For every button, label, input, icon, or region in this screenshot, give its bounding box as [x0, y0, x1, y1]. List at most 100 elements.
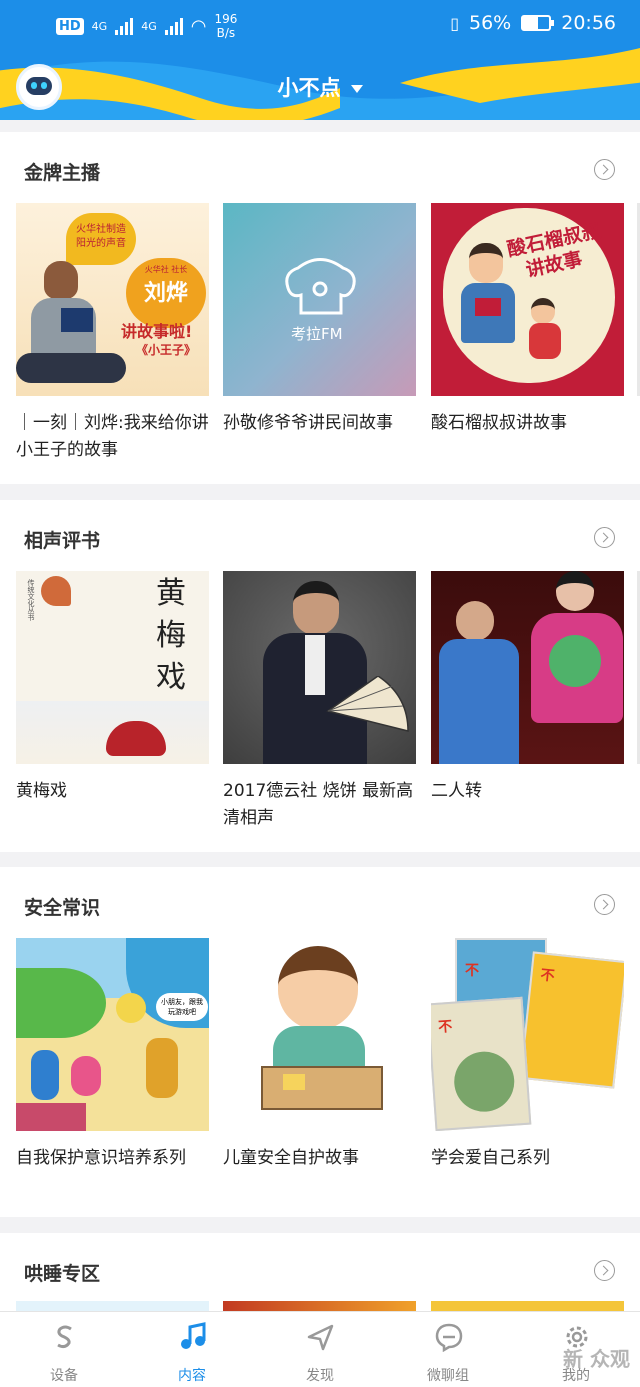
album-title: 酸石榴叔叔讲故事 — [431, 413, 567, 433]
section-title: 相声评书 — [24, 530, 101, 552]
speech-bubble: 小朋友，跟我 玩游戏吧 — [156, 993, 208, 1021]
performer-head — [556, 571, 594, 611]
album-title: ｜一刻｜刘烨:我来给你讲小王子的故事 — [16, 413, 209, 460]
cover-text: 不 — [539, 967, 556, 985]
cover-text: 刘烨 — [143, 281, 188, 306]
battery-icon — [521, 15, 555, 31]
balloon — [116, 993, 146, 1023]
signal-label-2: 4G — [141, 19, 157, 33]
album-title: 孙敬修爷爷讲民间故事 — [223, 413, 393, 433]
cover-text: 传统文化丛书 — [27, 579, 35, 621]
album-cover-image: 不 不 不 — [431, 938, 624, 1131]
desk — [261, 1066, 383, 1110]
compass-icon — [307, 1324, 334, 1351]
album-cover-image — [223, 938, 416, 1131]
fan-icon — [326, 676, 409, 732]
cover-art — [452, 1049, 517, 1114]
slide — [16, 1103, 86, 1131]
koala-icon — [285, 258, 356, 315]
album-title: 自我保护意识培养系列 — [16, 1148, 186, 1168]
child-figure — [71, 1056, 101, 1096]
header-title: 小不点 — [277, 76, 341, 100]
tab-label: 设备 — [50, 1368, 78, 1384]
cover-text: 不 — [465, 963, 479, 979]
ornament — [41, 576, 71, 606]
boy-head — [278, 946, 358, 1030]
cover-text: 阳光的声音 — [76, 238, 126, 249]
network-speed-unit: B/s — [216, 26, 236, 40]
bush — [16, 968, 106, 1038]
watermark-text: 新 众观 — [563, 1347, 630, 1371]
cover-text: 讲故事啦! — [121, 322, 193, 341]
cover-text: 梅 — [156, 618, 186, 653]
vibrate-icon: ▯ — [450, 13, 459, 33]
battery-percent: 56% — [469, 12, 512, 34]
chevron-right-icon[interactable] — [594, 527, 615, 548]
tab-label: 内容 — [178, 1368, 206, 1384]
section-title: 安全常识 — [24, 897, 101, 919]
hd-badge: HD — [56, 17, 84, 35]
speech-bubble: 火华社制造阳光的声音 — [66, 213, 136, 265]
network-speed: 196 B/s — [214, 12, 237, 40]
cover-text: 《小王子》 — [136, 343, 197, 357]
album-cover-image — [431, 571, 624, 764]
performer-head — [456, 601, 494, 641]
tab-content[interactable]: 内容 — [128, 1312, 256, 1387]
network-speed-value: 196 — [214, 12, 238, 26]
section-gold-host: 金牌主播 火华社制造 阳光的声音 火华社 社长 刘烨 讲故事啦! 《小王子》 ｜一… — [0, 132, 640, 484]
battery-fill — [523, 17, 538, 29]
album-card[interactable]: 2017德云社 烧饼 最新高清相声 — [223, 571, 416, 832]
signal-label-1: 4G — [91, 19, 108, 33]
tab-device[interactable]: 设备 — [0, 1312, 128, 1387]
album-card[interactable]: 二人转 — [431, 571, 624, 805]
tab-discover[interactable]: 发现 — [256, 1312, 384, 1387]
album-title: 二人转 — [431, 781, 482, 801]
album-cover-image: 考拉FM — [223, 203, 416, 396]
music-note-icon — [181, 1322, 206, 1349]
person-legs — [16, 353, 126, 383]
book-cover-2: 不 — [519, 951, 624, 1089]
performer-costume-blue — [439, 639, 519, 764]
tab-chat-group[interactable]: 微聊组 — [384, 1312, 512, 1387]
album-card[interactable]: 考拉FM 孙敬修爷爷讲民间故事 — [223, 203, 416, 437]
album-card[interactable]: 不 不 不 学会爱自己系列 — [431, 938, 624, 1172]
book — [475, 298, 501, 316]
cover-text: 小朋友，跟我 — [161, 998, 203, 1006]
child-head — [531, 298, 555, 324]
cheese — [283, 1074, 305, 1090]
chevron-down-icon — [350, 85, 363, 93]
cover-text: 考拉FM — [291, 325, 343, 343]
chevron-right-icon[interactable] — [594, 1260, 615, 1281]
app-header: HD 4G 4G ◠ 196 B/s ▯ 56% 20:56 小不点 — [0, 0, 640, 120]
album-card[interactable]: 小朋友，跟我 玩游戏吧 自我保护意识培养系列 — [16, 938, 209, 1172]
chevron-right-icon[interactable] — [594, 894, 615, 915]
chevron-right-icon[interactable] — [594, 159, 615, 180]
cover-text: 不 — [437, 1018, 453, 1036]
album-cover-image: 黄 梅 戏 传统文化丛书 — [16, 571, 209, 764]
cover-text: 黄 — [156, 576, 186, 611]
chat-bubble-icon — [435, 1323, 463, 1352]
section-safety: 安全常识 小朋友，跟我 玩游戏吧 自我保护意识培养系列 儿童安全自护故事 不 不… — [0, 867, 640, 1217]
wifi-icon: ◠ — [190, 15, 207, 37]
album-cover-image: 酸石榴叔叔 讲故事 — [431, 203, 624, 396]
album-card[interactable]: 酸石榴叔叔 讲故事 酸石榴叔叔讲故事 — [431, 203, 624, 437]
album-title: 黄梅戏 — [16, 781, 67, 801]
album-cover-image — [223, 571, 416, 764]
status-bar: HD 4G 4G ◠ 196 B/s ▯ 56% 20:56 — [0, 0, 640, 50]
album-card[interactable]: 火华社制造 阳光的声音 火华社 社长 刘烨 讲故事啦! 《小王子》 ｜一刻｜刘烨:… — [16, 203, 209, 464]
cover-text: 火华社制造 — [76, 224, 126, 235]
album-card[interactable]: 黄 梅 戏 传统文化丛书 黄梅戏 — [16, 571, 209, 805]
device-selector[interactable]: 小不点 — [0, 72, 640, 102]
album-title: 2017德云社 烧饼 最新高清相声 — [223, 781, 414, 828]
section-crosstalk: 相声评书 黄 梅 戏 传统文化丛书 黄梅戏 2017德云社 烧饼 最新高清相声 — [0, 500, 640, 852]
signal-icon-2 — [164, 17, 183, 35]
section-title: 金牌主播 — [24, 162, 101, 184]
child-body — [529, 323, 561, 359]
album-title: 儿童安全自护故事 — [223, 1148, 359, 1168]
s-logo-icon — [57, 1325, 72, 1349]
adult-figure — [146, 1038, 178, 1098]
section-title: 哄睡专区 — [24, 1263, 101, 1285]
album-card[interactable]: 儿童安全自护故事 — [223, 938, 416, 1172]
costume-flower — [549, 635, 601, 687]
tab-label: 微聊组 — [427, 1368, 469, 1384]
